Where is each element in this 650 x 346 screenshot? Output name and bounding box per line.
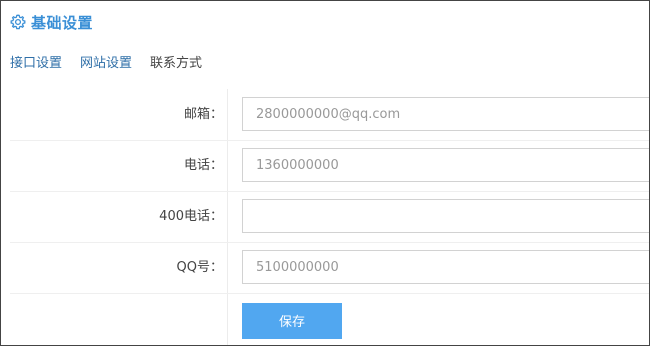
form-row-phone: 电话： [10,140,649,192]
qq-field[interactable] [242,250,649,284]
400-phone-field[interactable] [242,199,649,233]
form-row-email: 邮箱： [10,89,649,141]
qq-label: QQ号： [176,260,223,275]
page-title: 基础设置 [31,13,94,32]
form-row-qq: QQ号： [10,242,649,294]
save-button[interactable]: 保存 [242,303,342,339]
400-phone-label: 400电话： [159,209,223,224]
settings-panel: 基础设置 接口设置 网站设置 联系方式 邮箱： 电话： 400电话： QQ号： … [0,0,650,346]
phone-label: 电话： [183,158,223,173]
phone-field[interactable] [242,148,649,182]
tab-api-settings[interactable]: 接口设置 [10,52,62,71]
tab-site-settings[interactable]: 网站设置 [80,52,132,71]
settings-tabs: 接口设置 网站设置 联系方式 [10,52,220,71]
form-row-400-phone: 400电话： [10,191,649,243]
email-field[interactable] [242,97,649,131]
email-label: 邮箱： [183,107,223,122]
tab-contact-info[interactable]: 联系方式 [150,52,202,71]
gear-icon [10,14,26,30]
page-header: 基础设置 [10,11,93,33]
